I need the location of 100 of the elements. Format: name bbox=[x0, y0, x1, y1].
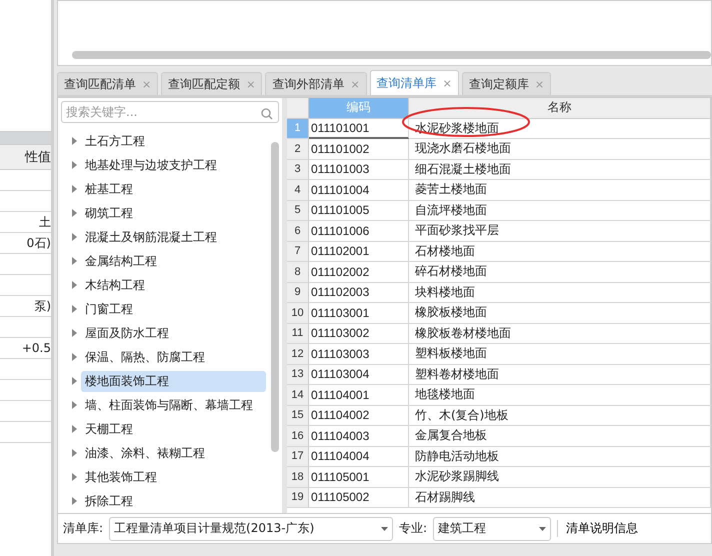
table-cell: 011101006 bbox=[309, 221, 409, 242]
row-number[interactable]: 13 bbox=[287, 364, 309, 385]
library-dropdown[interactable]: 工程量清单项目计量规范(2013-广东) bbox=[109, 516, 394, 540]
tree-item[interactable]: 屋面及防水工程 bbox=[81, 322, 173, 344]
tree-item[interactable]: 油漆、涂料、裱糊工程 bbox=[81, 442, 209, 464]
table-cell: 石材踢脚线 bbox=[409, 488, 711, 508]
search-field[interactable]: 搜索关键字... bbox=[61, 101, 279, 123]
row-number[interactable]: 19 bbox=[287, 488, 309, 508]
row-number[interactable]: 15 bbox=[287, 406, 309, 426]
tree-item[interactable]: 楼地面装饰工程 bbox=[81, 370, 266, 392]
tab[interactable]: 查询外部清单 × bbox=[265, 72, 367, 95]
scrollbar[interactable] bbox=[72, 51, 711, 59]
table-cell: 011104002 bbox=[309, 406, 409, 426]
expand-arrow-icon bbox=[72, 377, 77, 385]
tab[interactable]: 查询匹配定额 × bbox=[161, 72, 262, 95]
row-number[interactable]: 4 bbox=[287, 180, 309, 200]
row-number[interactable]: 3 bbox=[287, 160, 309, 180]
specialty-dropdown[interactable]: 建筑工程 bbox=[433, 516, 552, 540]
property-row: 泵) bbox=[0, 296, 51, 317]
expand-arrow-icon bbox=[72, 425, 77, 433]
table-cell: 011101003 bbox=[309, 160, 409, 180]
tree-item[interactable]: 保温、隔热、防腐工程 bbox=[81, 346, 209, 368]
table-cell: 石材楼地面 bbox=[409, 242, 711, 262]
row-number[interactable]: 12 bbox=[287, 344, 309, 364]
table-cell: 橡胶板卷材楼地面 bbox=[409, 324, 711, 344]
table-cell: 菱苦土楼地面 bbox=[409, 180, 711, 200]
table-cell: 011102002 bbox=[309, 262, 409, 282]
table-cell: 金属复合地板 bbox=[409, 426, 711, 446]
expand-arrow-icon bbox=[72, 209, 77, 217]
expand-arrow-icon bbox=[72, 449, 77, 457]
table-cell: 防静电活动地板 bbox=[409, 446, 711, 467]
table-cell: 011101004 bbox=[309, 180, 409, 200]
property-row: 0石) bbox=[0, 233, 51, 254]
table-cell: 自流坪楼地面 bbox=[409, 200, 711, 221]
row-number[interactable]: 8 bbox=[287, 262, 309, 282]
property-row: +0.5 bbox=[0, 338, 51, 359]
tree-item[interactable]: 天棚工程 bbox=[81, 418, 137, 440]
table-cell: 碎石材楼地面 bbox=[409, 262, 711, 282]
expand-arrow-icon bbox=[72, 329, 77, 337]
table-cell: 011104003 bbox=[309, 426, 409, 446]
table-cell: 011101002 bbox=[309, 139, 409, 160]
scrollbar[interactable] bbox=[271, 142, 279, 452]
table-cell: 011105002 bbox=[309, 488, 409, 508]
row-number[interactable]: 11 bbox=[287, 324, 309, 344]
table-cell: 细石混凝土楼地面 bbox=[409, 160, 711, 180]
expand-arrow-icon bbox=[72, 353, 77, 361]
table-cell: 011105001 bbox=[309, 467, 409, 488]
tree-item[interactable]: 门窗工程 bbox=[81, 298, 137, 320]
expand-arrow-icon bbox=[72, 233, 77, 241]
tree-item[interactable]: 金属结构工程 bbox=[81, 250, 161, 272]
tree-item[interactable]: 砌筑工程 bbox=[81, 202, 137, 224]
expand-arrow-icon bbox=[72, 473, 77, 481]
tab[interactable]: 查询匹配清单 × bbox=[57, 72, 158, 95]
tab[interactable]: 查询清单库 × bbox=[370, 70, 459, 95]
expand-arrow-icon bbox=[72, 185, 77, 193]
tree-item[interactable]: 其他装饰工程 bbox=[81, 466, 161, 488]
tree-item[interactable]: 土石方工程 bbox=[81, 130, 149, 152]
search-icon bbox=[261, 108, 273, 120]
tree-item[interactable]: 混凝土及钢筋混凝土工程 bbox=[81, 226, 221, 248]
row-number[interactable]: 5 bbox=[287, 200, 309, 221]
row-number[interactable]: 6 bbox=[287, 221, 309, 242]
table-cell: 011103004 bbox=[309, 364, 409, 385]
row-number[interactable]: 17 bbox=[287, 446, 309, 467]
table-cell: 011103001 bbox=[309, 303, 409, 324]
row-number[interactable]: 9 bbox=[287, 282, 309, 303]
table-cell: 地毯楼地面 bbox=[409, 385, 711, 406]
table-cell: 水泥砂浆踢脚线 bbox=[409, 467, 711, 488]
info-button[interactable]: 清单说明信息 bbox=[557, 520, 646, 537]
expand-arrow-icon bbox=[72, 161, 77, 169]
field-label: 专业: bbox=[399, 520, 428, 537]
table-cell: 011101005 bbox=[309, 200, 409, 221]
row-number[interactable]: 2 bbox=[287, 139, 309, 160]
table-cell: 塑料卷材楼地面 bbox=[409, 364, 711, 385]
table-cell: 011103002 bbox=[309, 324, 409, 344]
property-row: 土 bbox=[0, 212, 51, 233]
table-cell: 橡胶板楼地面 bbox=[409, 303, 711, 324]
expand-arrow-icon bbox=[72, 137, 77, 145]
expand-arrow-icon bbox=[72, 281, 77, 289]
table-cell: 竹、木(复合)地板 bbox=[409, 406, 711, 426]
tree-item[interactable]: 拆除工程 bbox=[81, 490, 137, 512]
table-cell: 塑料板楼地面 bbox=[409, 344, 711, 364]
table-cell: 011104004 bbox=[309, 446, 409, 467]
row-number[interactable]: 7 bbox=[287, 242, 309, 262]
row-number[interactable]: 14 bbox=[287, 385, 309, 406]
expand-arrow-icon bbox=[72, 497, 77, 505]
field-label: 清单库: bbox=[63, 520, 104, 537]
table-cell: 011103003 bbox=[309, 344, 409, 364]
table-cell: 011102001 bbox=[309, 242, 409, 262]
expand-arrow-icon bbox=[72, 305, 77, 313]
tree-item[interactable]: 木结构工程 bbox=[81, 274, 149, 296]
row-number[interactable]: 16 bbox=[287, 426, 309, 446]
column-header: 性值 bbox=[0, 144, 51, 170]
row-number[interactable]: 18 bbox=[287, 467, 309, 488]
tree-item[interactable]: 地基处理与边坡支护工程 bbox=[81, 154, 221, 176]
tree-item[interactable]: 墙、柱面装饰与隔断、幕墙工程 bbox=[81, 394, 257, 416]
table-cell: 平面砂浆找平层 bbox=[409, 221, 711, 242]
tree-item[interactable]: 桩基工程 bbox=[81, 178, 137, 200]
row-number[interactable]: 10 bbox=[287, 303, 309, 324]
tab[interactable]: 查询定额库 × bbox=[462, 72, 552, 95]
expand-arrow-icon bbox=[72, 257, 77, 265]
